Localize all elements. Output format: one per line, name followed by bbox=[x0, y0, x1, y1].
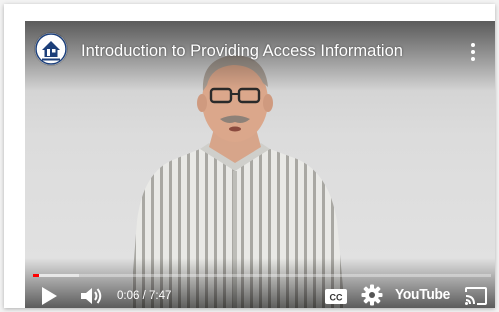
video-title[interactable]: Introduction to Providing Access Informa… bbox=[81, 41, 441, 61]
house-logo-icon bbox=[35, 33, 67, 65]
progress-bar[interactable] bbox=[33, 274, 491, 277]
progress-buffered bbox=[33, 274, 79, 277]
youtube-logo[interactable]: YouTube bbox=[395, 286, 450, 303]
cast-icon bbox=[465, 287, 487, 305]
kebab-menu-icon bbox=[471, 43, 475, 61]
svg-text:CC: CC bbox=[330, 293, 343, 303]
gear-icon bbox=[361, 284, 383, 306]
captions-button[interactable]: CC bbox=[323, 285, 349, 307]
channel-logo[interactable] bbox=[35, 33, 67, 65]
video-player[interactable]: Introduction to Providing Access Informa… bbox=[25, 21, 495, 308]
volume-icon bbox=[81, 288, 102, 304]
closed-captions-icon: CC bbox=[325, 289, 347, 304]
cast-button[interactable] bbox=[463, 285, 489, 307]
progress-played bbox=[33, 274, 39, 277]
settings-button[interactable] bbox=[360, 283, 384, 307]
time-display: 0:06 / 7:47 bbox=[117, 289, 171, 303]
time-separator: / bbox=[139, 290, 149, 302]
play-button[interactable] bbox=[39, 285, 59, 307]
video-embed-card: Introduction to Providing Access Informa… bbox=[4, 4, 495, 308]
more-options-button[interactable] bbox=[465, 41, 481, 63]
volume-button[interactable] bbox=[79, 285, 105, 307]
play-icon bbox=[42, 287, 57, 305]
duration: 7:47 bbox=[148, 290, 172, 302]
current-time: 0:06 bbox=[117, 290, 140, 302]
